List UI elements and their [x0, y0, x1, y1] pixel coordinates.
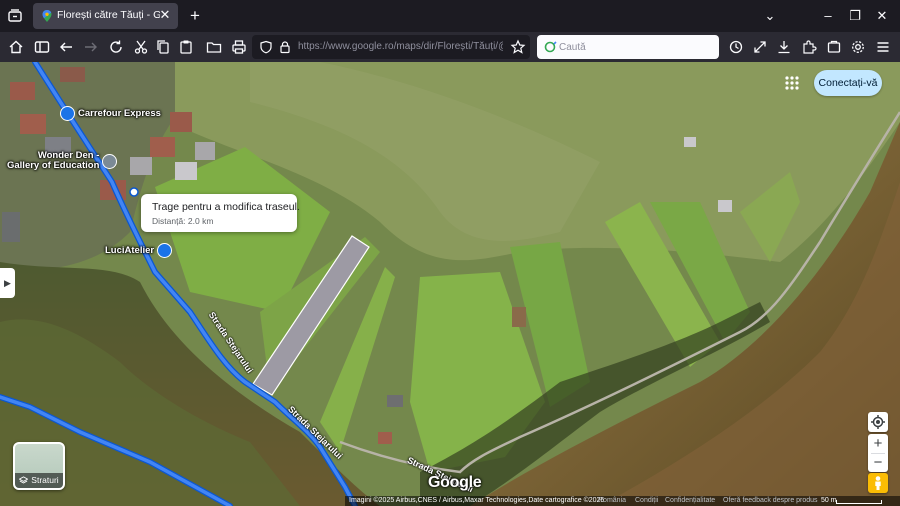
poi-carrefour-express[interactable]: Carrefour Express: [60, 106, 161, 121]
zoom-out-button[interactable]: −: [868, 453, 888, 472]
open-file-icon[interactable]: [205, 38, 223, 56]
tab-list-icon[interactable]: [6, 7, 24, 25]
street-view-pegman-icon[interactable]: [868, 473, 888, 493]
sign-in-button[interactable]: Conectați-vă: [814, 70, 882, 96]
search-engine-icon: [544, 41, 557, 53]
tab-strip: Florești către Tăuți - Google Maps ✕ + ⌄…: [0, 0, 900, 32]
expand-side-panel-chevron-icon[interactable]: ▶: [0, 268, 15, 298]
addon-icon[interactable]: [825, 38, 843, 56]
close-window-icon[interactable]: ✕: [872, 6, 892, 26]
shopping-bag-icon: [60, 106, 75, 121]
imagery-attribution: Imagini ©2025 Airbus,CNES / Airbus,Maxar…: [349, 497, 605, 504]
terms-link[interactable]: Condiții: [635, 496, 658, 506]
cut-icon[interactable]: [132, 38, 150, 56]
address-bar[interactable]: https://www.google.ro/maps/dir/Florești/…: [252, 35, 530, 59]
tab-google-maps[interactable]: Florești către Tăuți - Google Maps ✕: [33, 3, 178, 29]
my-location-icon[interactable]: [868, 412, 888, 432]
back-icon[interactable]: [57, 38, 75, 56]
google-maps-favicon-icon: [42, 10, 52, 22]
scale-label[interactable]: 50 m: [821, 496, 837, 506]
paste-icon[interactable]: [177, 38, 195, 56]
route-tooltip-title: Trage pentru a modifica traseul.: [152, 201, 300, 213]
sidebar-icon[interactable]: [33, 38, 51, 56]
tab-title: Florești către Tăuți - Google Maps: [57, 9, 160, 21]
url-text: https://www.google.ro/maps/dir/Florești/…: [298, 41, 503, 52]
map-footer: Imagini ©2025 Airbus,CNES / Airbus,Maxar…: [345, 496, 900, 506]
zoom-controls: + −: [868, 434, 888, 472]
extensions-puzzle-icon[interactable]: [800, 38, 818, 56]
bookmark-star-icon[interactable]: [510, 39, 526, 55]
tab-close-icon[interactable]: ✕: [158, 8, 172, 22]
route-distance: Distanță: 2.0 km: [152, 216, 214, 226]
lock-icon[interactable]: [278, 40, 292, 54]
poi-wonder-den[interactable]: Wonder Den - Gallery of Education: [7, 151, 118, 171]
tracking-protection-shield-icon[interactable]: [259, 40, 273, 54]
new-tab-icon[interactable]: +: [186, 7, 204, 25]
country-label: România: [598, 497, 627, 504]
google-logo: Google: [428, 474, 482, 491]
settings-gear-icon[interactable]: [849, 38, 867, 56]
privacy-link[interactable]: Confidențialitate: [665, 496, 715, 506]
route-tooltip: Trage pentru a modifica traseul. Distanț…: [141, 194, 300, 232]
satellite-imagery[interactable]: [0, 62, 900, 506]
museum-icon: [102, 153, 118, 169]
list-all-tabs-chevron-icon[interactable]: ⌄: [760, 6, 780, 26]
menu-hamburger-icon[interactable]: [874, 38, 892, 56]
reload-icon[interactable]: [107, 38, 125, 56]
home-icon[interactable]: [7, 38, 25, 56]
google-apps-grid-icon[interactable]: [782, 73, 802, 93]
zoom-in-button[interactable]: +: [868, 434, 888, 453]
scale-bar: [836, 500, 882, 504]
poi-luciatelier[interactable]: LuciAtelier: [105, 243, 173, 258]
copy-icon[interactable]: [154, 38, 172, 56]
fullscreen-icon[interactable]: [751, 38, 769, 56]
search-bar[interactable]: [537, 35, 719, 59]
forward-icon[interactable]: [82, 38, 100, 56]
shopping-bag-icon: [157, 243, 173, 258]
minimize-icon[interactable]: –: [818, 6, 838, 26]
map-viewport[interactable]: Carrefour Express Wonder Den - Gallery o…: [0, 62, 900, 506]
print-icon[interactable]: [230, 38, 248, 56]
feedback-link[interactable]: Oferă feedback despre produs: [723, 496, 818, 506]
layers-button[interactable]: Straturi: [13, 442, 65, 490]
restore-icon[interactable]: ❐: [845, 6, 865, 26]
layers-label: Straturi: [31, 475, 59, 485]
downloads-icon[interactable]: [775, 38, 793, 56]
history-icon[interactable]: [727, 38, 745, 56]
search-input[interactable]: [559, 39, 709, 55]
layers-icon: [19, 476, 29, 484]
navigation-toolbar: https://www.google.ro/maps/dir/Florești/…: [0, 32, 900, 62]
